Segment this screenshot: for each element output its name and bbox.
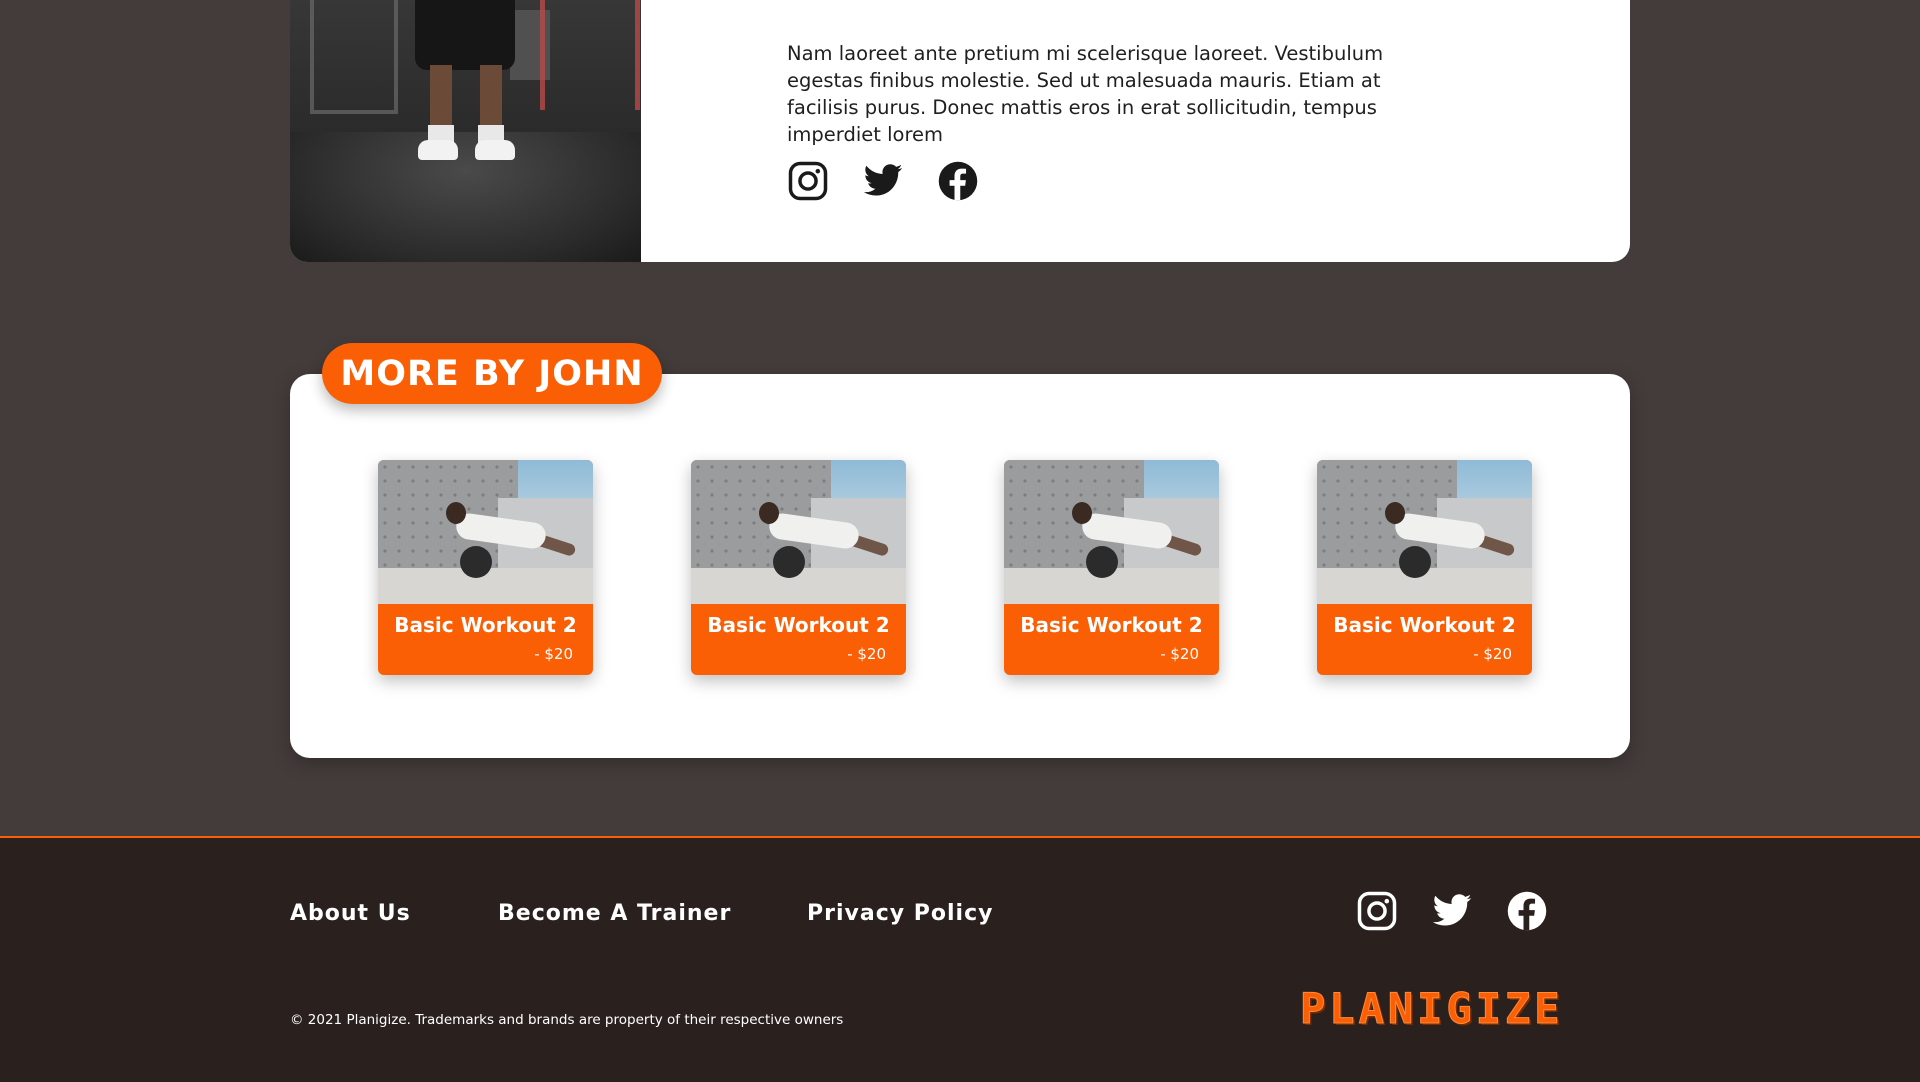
- trainer-bio: Nam laoreet ante pretium mi scelerisque …: [787, 42, 1384, 146]
- workout-title: Basic Workout 2: [707, 613, 890, 637]
- footer-link-privacy-policy[interactable]: Privacy Policy: [807, 901, 993, 926]
- site-footer: About Us Become A Trainer Privacy Policy…: [0, 836, 1920, 1082]
- workout-title: Basic Workout 2: [1333, 613, 1516, 637]
- facebook-icon[interactable]: [1506, 890, 1548, 932]
- workout-price: - $20: [534, 645, 573, 663]
- workout-thumbnail: [378, 460, 593, 604]
- workout-thumbnail: [1004, 460, 1219, 604]
- workout-title: Basic Workout 2: [394, 613, 577, 637]
- workout-thumbnail: [691, 460, 906, 604]
- workout-card[interactable]: Basic Workout 2 - $20: [1004, 460, 1219, 675]
- trainer-photo: [290, 0, 641, 262]
- twitter-icon[interactable]: [1431, 890, 1473, 932]
- workout-price: - $20: [1473, 645, 1512, 663]
- workout-thumbnail: [1317, 460, 1532, 604]
- brand-logo[interactable]: PLANIGIZE: [1300, 984, 1564, 1034]
- twitter-icon[interactable]: [862, 160, 904, 202]
- workout-list: Basic Workout 2 - $20 Basic Workout 2 - …: [378, 460, 1532, 675]
- workout-card[interactable]: Basic Workout 2 - $20: [378, 460, 593, 675]
- workout-title: Basic Workout 2: [1020, 613, 1203, 637]
- workout-price: - $20: [847, 645, 886, 663]
- instagram-icon[interactable]: [787, 160, 829, 202]
- trainer-social-links: [787, 160, 979, 202]
- workout-card[interactable]: Basic Workout 2 - $20: [691, 460, 906, 675]
- copyright-notice: © 2021 Planigize. Trademarks and brands …: [290, 1012, 844, 1028]
- section-title: More by John: [322, 343, 662, 404]
- workout-card[interactable]: Basic Workout 2 - $20: [1317, 460, 1532, 675]
- footer-social-links: [1356, 890, 1548, 932]
- footer-link-become-trainer[interactable]: Become A Trainer: [498, 901, 731, 926]
- instagram-icon[interactable]: [1356, 890, 1398, 932]
- footer-link-about-us[interactable]: About Us: [290, 901, 411, 926]
- workout-price: - $20: [1160, 645, 1199, 663]
- facebook-icon[interactable]: [937, 160, 979, 202]
